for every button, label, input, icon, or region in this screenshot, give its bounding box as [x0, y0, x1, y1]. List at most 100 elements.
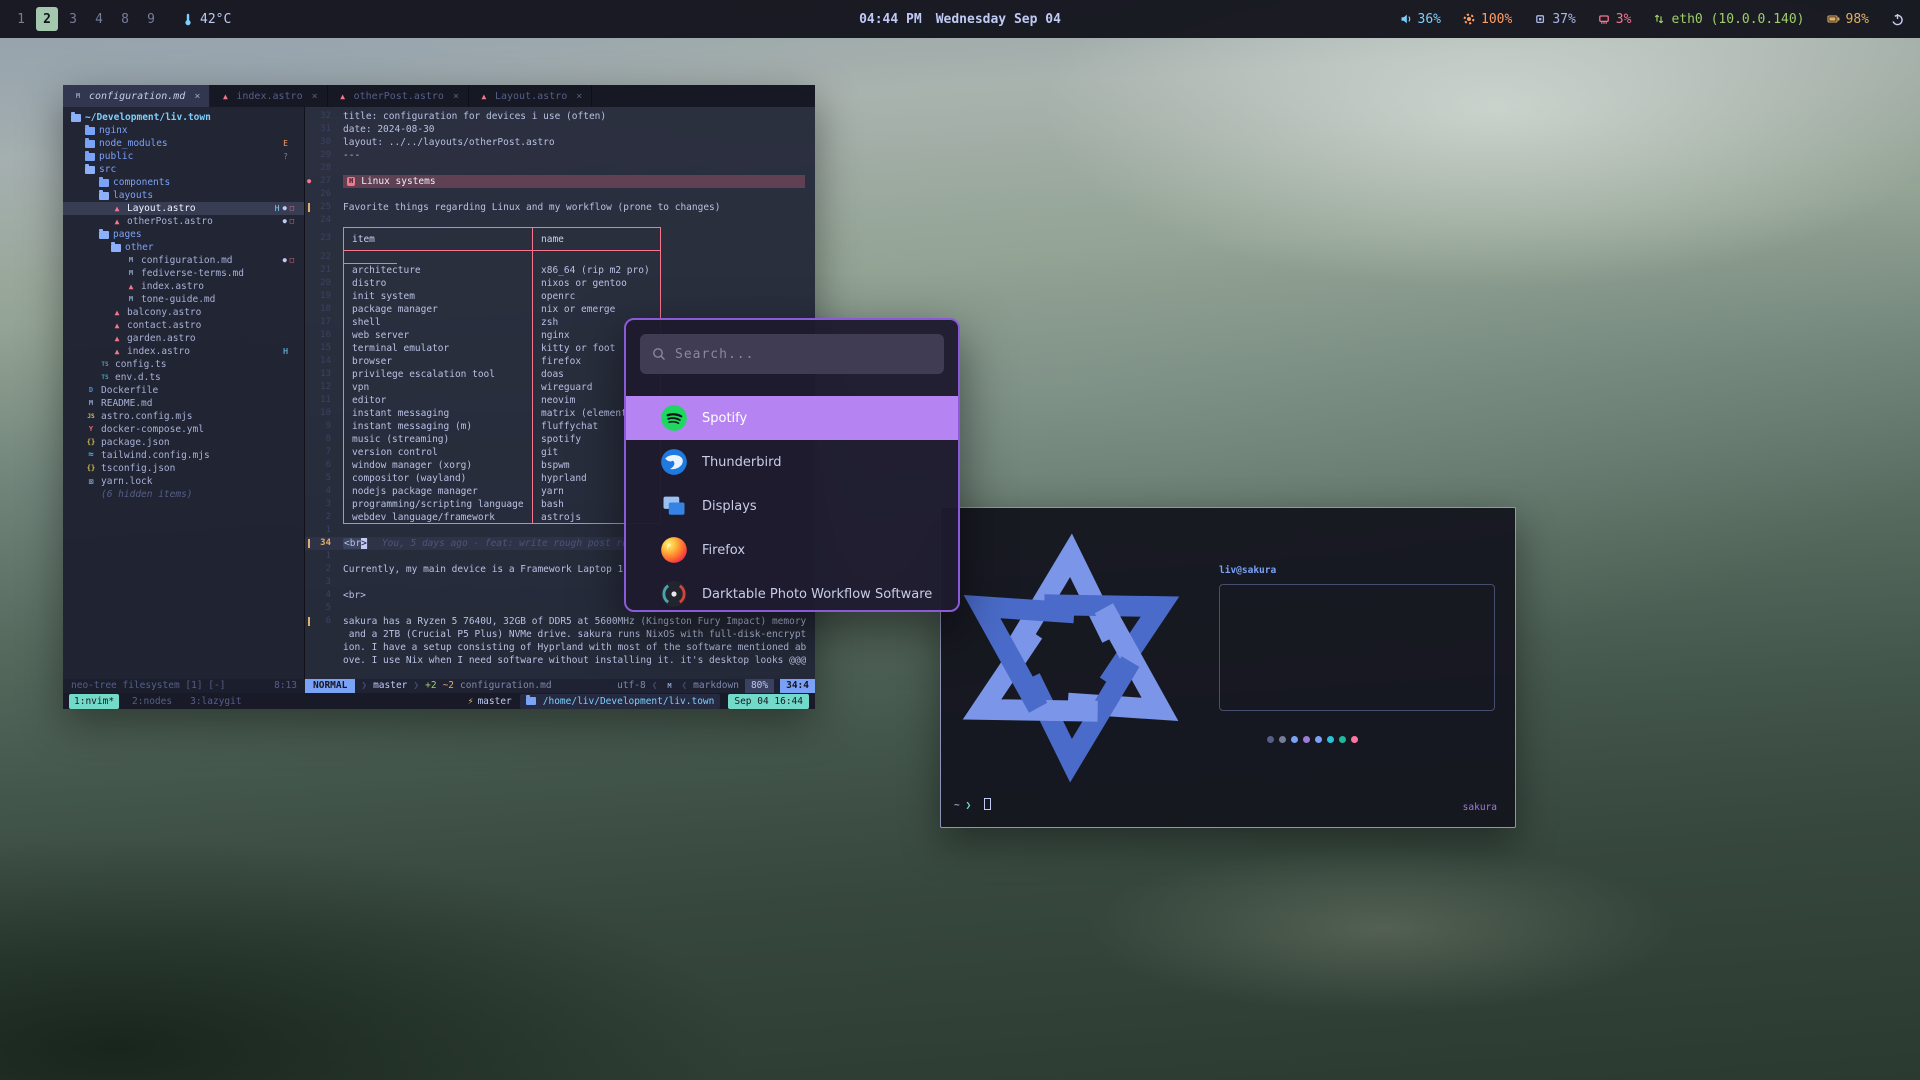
tree-item[interactable]: configuration.md ● □: [63, 254, 304, 267]
launcher-item[interactable]: Thunderbird: [626, 440, 958, 484]
editor-line: 32title: configuration for devices i use…: [305, 110, 815, 123]
workspace-button[interactable]: 3: [62, 7, 84, 31]
tmux-window-tab[interactable]: 1:nvim*: [69, 694, 119, 709]
git-branch[interactable]: master: [373, 679, 407, 693]
editor-tab[interactable]: Layout.astro ×: [469, 85, 592, 107]
tmux-git-branch: ⚡master: [468, 695, 512, 708]
tree-item[interactable]: fediverse-terms.md: [63, 267, 304, 280]
brightness-module[interactable]: 100%: [1463, 12, 1512, 27]
astro-icon: [337, 90, 349, 103]
palette-dot: [1339, 736, 1346, 743]
tree-item[interactable]: public ?: [63, 150, 304, 163]
tree-item[interactable]: pages: [63, 228, 304, 241]
close-icon[interactable]: ×: [194, 90, 200, 103]
folder-icon: [85, 140, 95, 148]
tree-item[interactable]: Layout.astro H ● □: [63, 202, 304, 215]
tree-item[interactable]: index.astro H: [63, 345, 304, 358]
tree-item[interactable]: package.json: [63, 436, 304, 449]
launcher-item[interactable]: Firefox: [626, 528, 958, 572]
power-button[interactable]: [1891, 13, 1904, 26]
tree-item[interactable]: layouts: [63, 189, 304, 202]
cpu-module[interactable]: 37%: [1534, 12, 1575, 27]
editor-tab[interactable]: index.astro ×: [210, 85, 327, 107]
workspace-button[interactable]: 4: [88, 7, 110, 31]
gear-icon: [1463, 13, 1475, 25]
palette-dot: [1279, 736, 1286, 743]
system-info-line: Uptime21 hours: [1228, 628, 1486, 641]
tree-badge: ?: [283, 150, 288, 163]
launcher-item[interactable]: Spotify: [626, 396, 958, 440]
volume-module[interactable]: 36%: [1400, 12, 1441, 27]
launcher-item[interactable]: Displays: [626, 484, 958, 528]
tree-badge: ●: [283, 202, 287, 215]
displays-icon: [660, 492, 688, 520]
tree-item[interactable]: components: [63, 176, 304, 189]
tree-item[interactable]: yarn.lock: [63, 475, 304, 488]
tmux-window-tab[interactable]: 2:nodes: [127, 694, 177, 709]
window-label: sakura: [1463, 801, 1497, 814]
workspace-button[interactable]: 8: [114, 7, 136, 31]
terminal-color-palette: [1267, 736, 1358, 743]
tree-item[interactable]: garden.astro: [63, 332, 304, 345]
tree-item[interactable]: contact.astro: [63, 319, 304, 332]
tree-item[interactable]: nginx: [63, 124, 304, 137]
battery-module[interactable]: 98%: [1827, 12, 1869, 27]
tree-item[interactable]: tone-guide.md: [63, 293, 304, 306]
editor-tab[interactable]: otherPost.astro ×: [328, 85, 469, 107]
search-icon: [652, 347, 666, 361]
tree-item[interactable]: other: [63, 241, 304, 254]
folder-icon: [526, 697, 536, 705]
clock-module: 04:44 PM Wednesday Sep 04: [859, 0, 1061, 38]
launcher-item[interactable]: Darktable Photo Workflow Software: [626, 572, 958, 612]
tree-item[interactable]: node_modules E: [63, 137, 304, 150]
fastfetch-terminal[interactable]: liv@sakura OSNixOS 24.11.20240828.71e91c…: [940, 507, 1516, 828]
tmux-window-tab[interactable]: 3:lazygit: [185, 694, 246, 709]
tree-item[interactable]: README.md: [63, 397, 304, 410]
palette-dot: [1351, 736, 1358, 743]
tree-badge: H: [275, 202, 280, 215]
tree-item[interactable]: balcony.astro: [63, 306, 304, 319]
folder-open-icon: [99, 192, 109, 200]
editor-line: 25Favorite things regarding Linux and my…: [305, 201, 815, 214]
editor-line: 24: [305, 214, 815, 227]
tree-item[interactable]: Dockerfile: [63, 384, 304, 397]
tree-item[interactable]: otherPost.astro ● □: [63, 215, 304, 228]
thunderbird-icon: [660, 448, 688, 476]
close-icon[interactable]: ×: [453, 90, 459, 103]
search-input[interactable]: [675, 347, 932, 362]
tree-item[interactable]: config.ts: [63, 358, 304, 371]
workspace-button[interactable]: 9: [140, 7, 162, 31]
editor-line: 29---: [305, 149, 815, 162]
tree-item[interactable]: src: [63, 163, 304, 176]
workspace-button[interactable]: 2: [36, 7, 58, 31]
memory-icon: [1598, 13, 1610, 25]
tree-item[interactable]: docker-compose.yml: [63, 423, 304, 436]
tree-item[interactable]: env.d.ts: [63, 371, 304, 384]
close-icon[interactable]: ×: [312, 90, 318, 103]
tree-item[interactable]: tsconfig.json: [63, 462, 304, 475]
memory-module[interactable]: 3%: [1598, 12, 1632, 27]
tree-item[interactable]: (6 hidden items): [63, 488, 304, 501]
folder-icon: [99, 179, 109, 187]
workspace-button[interactable]: 1: [10, 7, 32, 31]
power-icon: [1891, 13, 1904, 26]
table-row: 20 distro nixos or gentoo: [305, 277, 815, 290]
tree-item[interactable]: tailwind.config.mjs: [63, 449, 304, 462]
fastfetch-info: liv@sakura OSNixOS 24.11.20240828.71e91c…: [1219, 564, 1495, 711]
launcher-search[interactable]: [640, 334, 944, 374]
temperature-module[interactable]: 42°C: [182, 12, 231, 27]
markdown-icon: [663, 679, 675, 693]
tree-item[interactable]: ~/Development/liv.town: [63, 111, 304, 124]
close-icon[interactable]: ×: [576, 90, 582, 103]
tree-item[interactable]: index.astro: [63, 280, 304, 293]
shell-prompt[interactable]: ~ ❯: [954, 798, 991, 812]
tree-item[interactable]: astro.config.mjs: [63, 410, 304, 423]
cpu-icon: [1534, 13, 1546, 25]
editor-tab[interactable]: configuration.md ×: [63, 85, 210, 107]
git-added-count: +2: [425, 679, 436, 693]
statusline: neo-tree filesystem [1] [-] 8:13 NORMAL …: [63, 679, 815, 693]
temperature-value: 42°C: [200, 12, 231, 27]
system-info-line: Kernel6.10.6: [1228, 615, 1486, 628]
scroll-percent: 80%: [745, 679, 774, 693]
network-module[interactable]: eth0 (10.0.0.140): [1653, 12, 1804, 27]
